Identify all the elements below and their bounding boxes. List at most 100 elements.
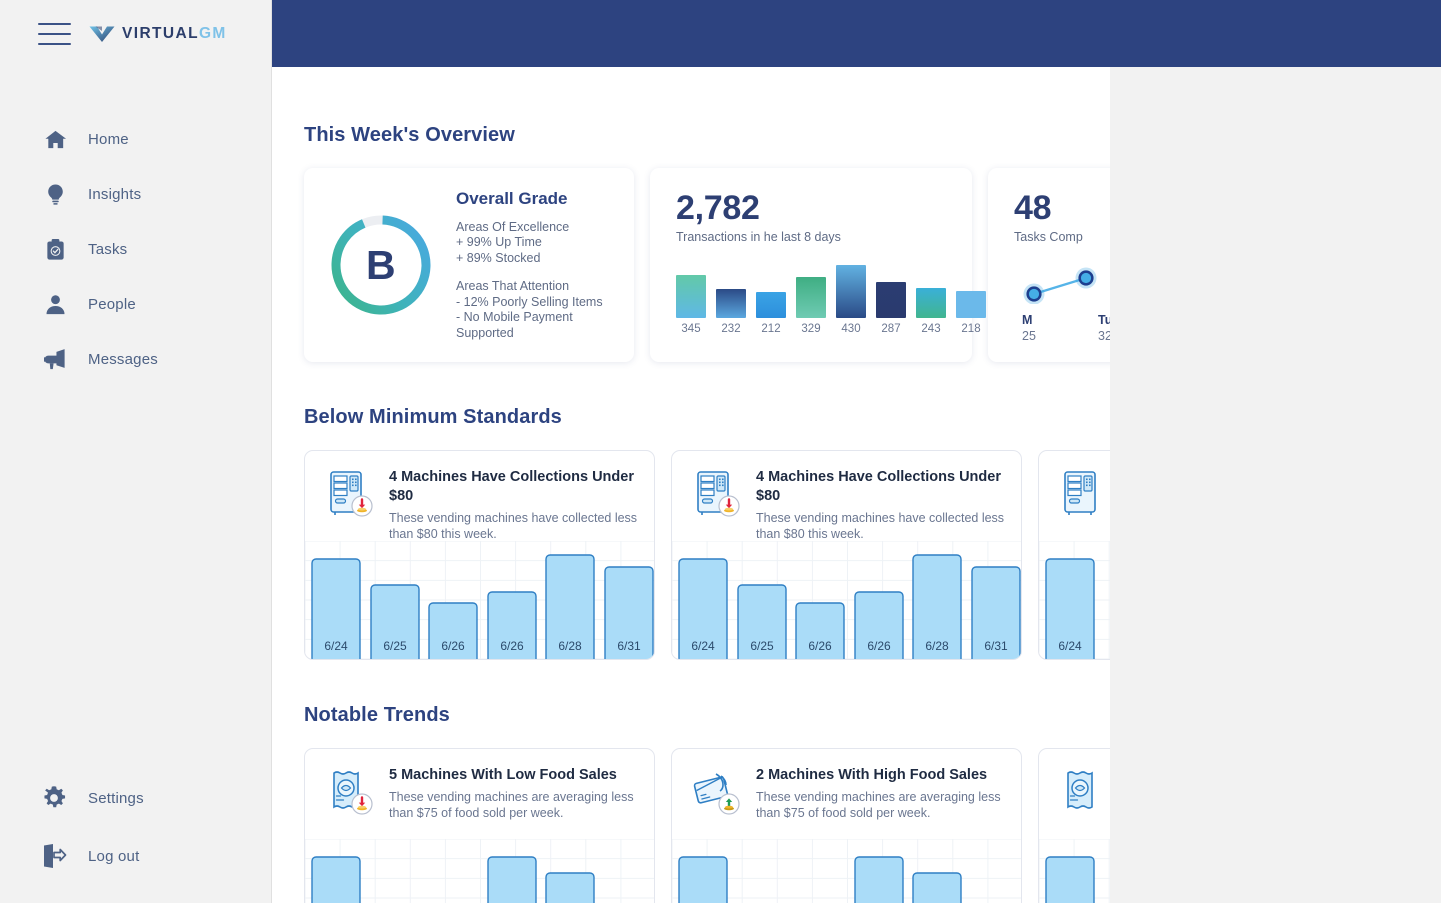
sidebar-item-settings[interactable]: Settings: [0, 769, 271, 827]
card-swipe-up-icon: [690, 766, 746, 822]
transactions-bar: 329: [796, 277, 826, 335]
below-minimum-card[interactable]: 6/24: [1038, 450, 1110, 660]
grade-donut-chart: B: [326, 210, 436, 320]
vending-machine-icon: [1057, 468, 1110, 524]
svg-text:6/26: 6/26: [500, 639, 524, 653]
bar-label: 345: [681, 323, 701, 335]
insight-card-header: [1039, 451, 1110, 524]
below-minimum-card[interactable]: 4 Machines Have Collections Under $80 The…: [304, 450, 655, 660]
svg-text:6/28: 6/28: [558, 639, 582, 653]
section-heading: Notable Trends: [304, 704, 450, 726]
transactions-card[interactable]: 2,782 Transactions in he last 8 days 345…: [650, 168, 986, 362]
svg-text:6/24: 6/24: [324, 639, 348, 653]
sidebar-item-people[interactable]: People: [0, 277, 271, 332]
insight-bar: 6/24: [678, 558, 728, 659]
transactions-bar-chart: 345 232 212 329 430 287 243 218: [676, 257, 986, 335]
bar-label: 212: [761, 323, 781, 335]
tasks-completed-line-chart: [1014, 262, 1110, 305]
megaphone-icon: [40, 346, 70, 374]
insight-card-description: These vending machines are averaging les…: [389, 790, 634, 820]
sidebar-item-logout[interactable]: Log out: [0, 827, 271, 885]
svg-text:6/25: 6/25: [750, 639, 774, 653]
home-icon: [40, 126, 70, 154]
below-minimum-card-chart: 6/24 6/25 6/26 6/26 6/28 6/31: [305, 540, 654, 659]
below-minimum-card[interactable]: 4 Machines Have Collections Under $80 The…: [671, 450, 1022, 660]
tasks-line-value: 25: [1022, 329, 1036, 343]
insight-card-description: These vending machines have collected le…: [756, 511, 1005, 541]
bar-label: 430: [841, 323, 861, 335]
insight-bar: 6/26: [854, 591, 904, 659]
main-content: This Week's Overview B Overall Grade Are…: [272, 67, 1110, 903]
insight-bar: [678, 856, 728, 903]
excellence-item: + 99% Up Time: [456, 235, 542, 250]
areas-that-attention-block: Areas That Attention - 12% Poorly Sellin…: [456, 279, 620, 341]
chevron-v-logo-icon: [89, 25, 115, 43]
transactions-bar: 345: [676, 275, 706, 335]
bar-label: 218: [961, 323, 981, 335]
insight-bar: [854, 856, 904, 903]
insight-bar: [487, 856, 537, 903]
insight-card-title: 5 Machines With Low Food Sales: [389, 767, 617, 783]
logout-door-icon: [38, 842, 70, 870]
insight-bar: 6/28: [545, 554, 595, 659]
svg-text:6/31: 6/31: [984, 639, 1008, 653]
svg-text:6/25: 6/25: [383, 639, 407, 653]
insight-bar: 6/24: [1045, 558, 1095, 659]
snack-bag-icon: [1057, 766, 1110, 822]
dashboard-page: VIRTUALGM Home Insights Tasks People Mes…: [0, 0, 1441, 903]
tasks-line-day: Tu: [1098, 313, 1110, 327]
notable-trend-card[interactable]: 5 Machines With Low Food Sales These vend…: [304, 748, 655, 903]
below-minimum-card-chart: 6/24 6/25 6/26 6/26 6/28 6/31: [672, 540, 1021, 659]
svg-text:6/26: 6/26: [808, 639, 832, 653]
excellence-heading: Areas Of Excellence: [456, 219, 570, 234]
bar: [716, 289, 746, 318]
insight-bar: 6/26: [487, 591, 537, 659]
tasks-line-point: Tu 32: [1098, 313, 1110, 343]
transactions-value: 2,782: [676, 189, 760, 227]
insight-card-description: These vending machines are averaging les…: [756, 790, 1001, 820]
sidebar-item-label: Settings: [88, 789, 144, 807]
notable-trend-card[interactable]: 2 Machines With High Food Sales These ven…: [671, 748, 1022, 903]
gear-icon: [38, 784, 70, 812]
sidebar-item-tasks[interactable]: Tasks: [0, 222, 271, 277]
insight-bar: 6/24: [311, 558, 361, 659]
attention-heading: Areas That Attention: [456, 279, 570, 294]
brand-name-secondary: GM: [198, 25, 227, 42]
person-icon: [40, 291, 70, 319]
hamburger-menu-icon[interactable]: [38, 23, 71, 45]
snack-bag-down-icon: [323, 766, 379, 822]
insight-card-header: 5 Machines With Low Food Sales These vend…: [305, 749, 654, 822]
brand-logo[interactable]: VIRTUALGM: [89, 25, 227, 43]
sidebar: VIRTUALGM Home Insights Tasks People Mes…: [0, 0, 272, 903]
transactions-bar: 212: [756, 292, 786, 335]
tasks-line-day: M: [1022, 313, 1033, 327]
insight-bar: 6/25: [737, 584, 787, 659]
notable-trend-card-chart: [672, 838, 1021, 903]
sidebar-item-insights[interactable]: Insights: [0, 167, 271, 222]
tasks-completed-value: 48: [1014, 189, 1052, 227]
sidebar-item-label: Home: [88, 131, 129, 148]
section-notable-trends: Notable Trends 5 Machines With Low Food …: [304, 704, 1110, 903]
overall-grade-title: Overall Grade: [456, 188, 568, 208]
overall-grade-card[interactable]: B Overall Grade Areas Of Excellence + 99…: [304, 168, 634, 362]
bar-label: 243: [921, 323, 941, 335]
bar-label: 232: [721, 323, 741, 335]
svg-text:6/24: 6/24: [1058, 639, 1082, 653]
insight-card-header: [1039, 749, 1110, 822]
insight-bar: [912, 872, 962, 903]
insight-bar: 6/26: [428, 602, 478, 659]
insight-card-header: 2 Machines With High Food Sales These ven…: [672, 749, 1021, 822]
sidebar-item-label: Log out: [88, 847, 140, 865]
sidebar-item-messages[interactable]: Messages: [0, 332, 271, 387]
transactions-bar: 287: [876, 282, 906, 335]
tasks-line-value: 32: [1098, 329, 1110, 343]
tasks-completed-caption: Tasks Comp: [1014, 230, 1083, 244]
page-title: This Week's Overview: [304, 124, 515, 146]
notable-trend-card[interactable]: [1038, 748, 1110, 903]
insight-card-header: 4 Machines Have Collections Under $80 The…: [305, 451, 654, 542]
insight-bar: [1045, 856, 1095, 903]
insight-card-description: These vending machines have collected le…: [389, 511, 638, 541]
sidebar-item-home[interactable]: Home: [0, 112, 271, 167]
tasks-completed-card[interactable]: 48 Tasks Comp M 25 Tu 32: [988, 168, 1110, 362]
notable-trend-card-chart: [1039, 838, 1110, 903]
